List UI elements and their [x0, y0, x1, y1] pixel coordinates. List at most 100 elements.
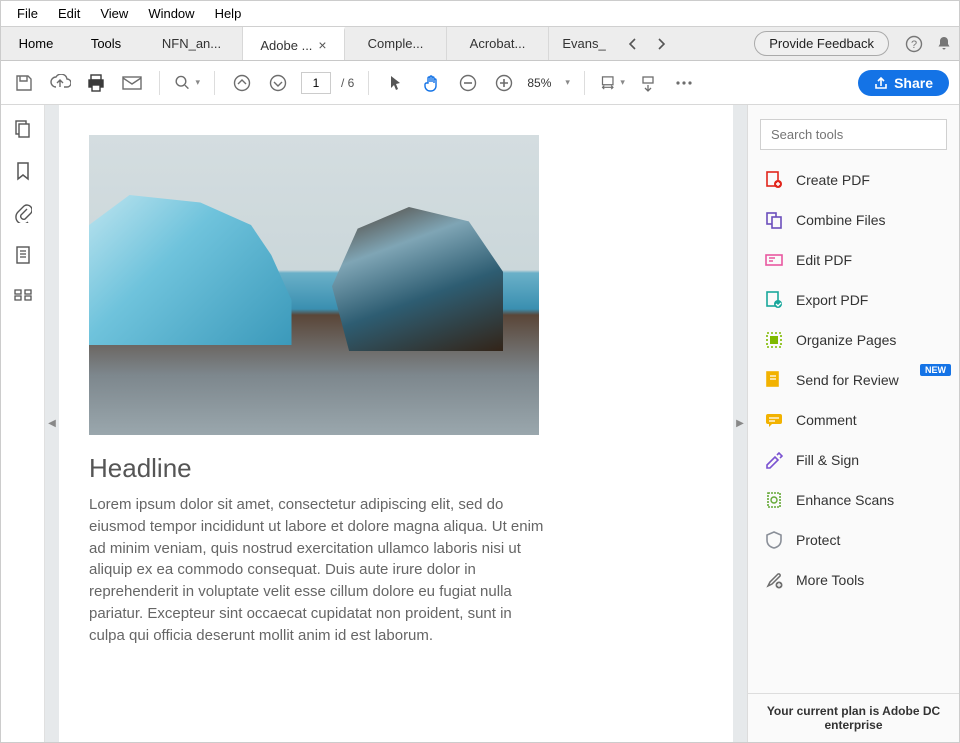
find-icon[interactable]: ▾ — [174, 70, 200, 96]
tab-scroll-right-icon[interactable] — [647, 27, 675, 60]
main-area: ◀ Headline Lorem ipsum dolor sit amet, c… — [1, 105, 959, 742]
tool-label: Create PDF — [796, 172, 870, 188]
page-count-label: / 6 — [341, 76, 354, 90]
tool-protect[interactable]: Protect — [748, 520, 959, 560]
document-tab[interactable]: Evans_ — [549, 27, 619, 60]
document-tab-label: Comple... — [368, 36, 424, 51]
plan-info-label: Your current plan is Adobe DC enterprise — [748, 693, 959, 742]
notifications-icon[interactable] — [929, 27, 959, 60]
cloud-upload-icon[interactable] — [47, 70, 73, 96]
left-nav-panel — [1, 105, 45, 742]
document-tab[interactable]: Acrobat... — [447, 27, 549, 60]
tool-label: Edit PDF — [796, 252, 852, 268]
document-tab-label: NFN_an... — [162, 36, 221, 51]
menu-window[interactable]: Window — [138, 3, 204, 24]
close-tab-icon[interactable]: × — [318, 37, 326, 53]
tool-icon — [764, 490, 784, 510]
document-tab-label: Evans_ — [562, 36, 605, 51]
menu-file[interactable]: File — [7, 3, 48, 24]
chevron-down-icon[interactable]: ▾ — [565, 77, 570, 88]
page-up-icon[interactable] — [229, 70, 255, 96]
tool-icon — [764, 370, 784, 390]
fit-width-icon[interactable]: ▾ — [599, 70, 625, 96]
page-down-icon[interactable] — [265, 70, 291, 96]
zoom-out-icon[interactable] — [455, 70, 481, 96]
tool-edit-pdf[interactable]: Edit PDF — [748, 240, 959, 280]
tool-icon — [764, 170, 784, 190]
attachments-icon[interactable] — [14, 203, 32, 223]
document-tab[interactable]: Adobe ... × — [243, 27, 345, 60]
tab-home[interactable]: Home — [1, 27, 71, 60]
help-icon[interactable]: ? — [899, 27, 929, 60]
document-page[interactable]: Headline Lorem ipsum dolor sit amet, con… — [59, 105, 733, 742]
tool-comment[interactable]: Comment — [748, 400, 959, 440]
document-tab[interactable]: Comple... — [345, 27, 447, 60]
layers-icon[interactable] — [14, 245, 32, 265]
menu-bar: File Edit View Window Help — [1, 1, 959, 27]
document-headline: Headline — [89, 453, 703, 484]
collapse-right-icon[interactable]: ▶ — [733, 105, 747, 742]
tool-icon — [764, 570, 784, 590]
menu-help[interactable]: Help — [205, 3, 252, 24]
print-icon[interactable] — [83, 70, 109, 96]
signatures-icon[interactable] — [13, 287, 33, 303]
tool-label: Protect — [796, 532, 840, 548]
provide-feedback-button[interactable]: Provide Feedback — [754, 31, 889, 56]
tool-label: Fill & Sign — [796, 452, 859, 468]
selection-tool-icon[interactable] — [383, 70, 409, 96]
tool-export-pdf[interactable]: Export PDF — [748, 280, 959, 320]
document-tab[interactable]: NFN_an... — [141, 27, 243, 60]
document-tab-label: Adobe ... — [260, 38, 312, 53]
tool-create-pdf[interactable]: Create PDF — [748, 160, 959, 200]
chevron-down-icon: ▾ — [195, 77, 200, 88]
tool-label: Combine Files — [796, 212, 885, 228]
tool-label: Comment — [796, 412, 857, 428]
page-number-input[interactable] — [301, 72, 331, 94]
chevron-down-icon: ▾ — [620, 77, 625, 88]
tool-icon — [764, 250, 784, 270]
tool-label: Enhance Scans — [796, 492, 894, 508]
tab-bar: Home Tools NFN_an... Adobe ... × Comple..… — [1, 27, 959, 61]
document-image — [89, 135, 539, 435]
bookmarks-icon[interactable] — [15, 161, 31, 181]
tool-label: More Tools — [796, 572, 864, 588]
tool-icon — [764, 330, 784, 350]
tool-icon — [764, 290, 784, 310]
menu-view[interactable]: View — [90, 3, 138, 24]
svg-text:?: ? — [911, 39, 917, 51]
email-icon[interactable] — [119, 70, 145, 96]
tool-icon — [764, 450, 784, 470]
zoom-in-icon[interactable] — [491, 70, 517, 96]
tab-scroll-left-icon[interactable] — [619, 27, 647, 60]
share-button[interactable]: Share — [858, 70, 949, 96]
tool-icon — [764, 210, 784, 230]
tools-panel: Create PDF Combine Files Edit PDF Export PD… — [747, 105, 959, 742]
tab-tools[interactable]: Tools — [71, 27, 141, 60]
new-badge: NEW — [920, 364, 951, 376]
tool-icon — [764, 530, 784, 550]
tool-label: Export PDF — [796, 292, 868, 308]
scroll-mode-icon[interactable] — [635, 70, 661, 96]
search-tools-input[interactable] — [760, 119, 947, 150]
toolbar: ▾ / 6 85% ▾ ▾ Share — [1, 61, 959, 105]
hand-tool-icon[interactable] — [419, 70, 445, 96]
share-icon — [874, 76, 888, 90]
tool-fill-sign[interactable]: Fill & Sign — [748, 440, 959, 480]
tool-combine-files[interactable]: Combine Files — [748, 200, 959, 240]
collapse-left-icon[interactable]: ◀ — [45, 105, 59, 742]
document-body-text: Lorem ipsum dolor sit amet, consectetur … — [89, 494, 549, 646]
tool-enhance-scans[interactable]: Enhance Scans — [748, 480, 959, 520]
tool-label: Organize Pages — [796, 332, 896, 348]
document-tab-label: Acrobat... — [470, 36, 526, 51]
save-icon[interactable] — [11, 70, 37, 96]
tool-send-for-review[interactable]: Send for Review NEW — [748, 360, 959, 400]
tool-organize-pages[interactable]: Organize Pages — [748, 320, 959, 360]
tool-more-tools[interactable]: More Tools — [748, 560, 959, 600]
more-options-icon[interactable] — [671, 70, 697, 96]
zoom-level-label[interactable]: 85% — [527, 76, 551, 90]
document-viewer: ◀ Headline Lorem ipsum dolor sit amet, c… — [45, 105, 747, 742]
menu-edit[interactable]: Edit — [48, 3, 90, 24]
thumbnails-icon[interactable] — [13, 119, 33, 139]
tool-label: Send for Review — [796, 372, 899, 388]
tool-icon — [764, 410, 784, 430]
